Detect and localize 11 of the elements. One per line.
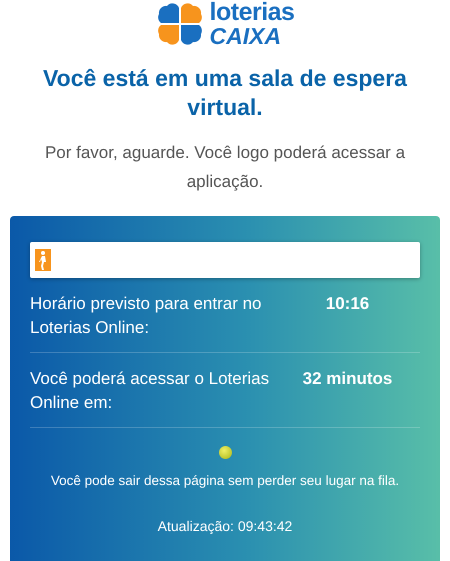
logo-wordmark: CAIXA: [210, 25, 282, 48]
queue-notice: Você pode sair dessa página sem perder seu lugar na fila.: [50, 473, 400, 488]
page-title: Você está em uma sala de espera virtual.: [42, 64, 408, 122]
info-label: Horário previsto para entrar no Loterias Online:: [30, 293, 263, 339]
info-value: 32 minutos: [302, 368, 394, 390]
status-dot-icon: [218, 446, 232, 459]
info-value: 10:16: [324, 293, 370, 315]
info-label: Você poderá acessar o Loterias Online em:: [30, 368, 270, 414]
update-time: Atualização: 09:43:42: [158, 518, 292, 534]
logo-wordmark: loterias: [210, 0, 294, 25]
page-subtitle: Por favor, aguarde. Você logo poderá acessar a aplicação.: [44, 142, 406, 193]
